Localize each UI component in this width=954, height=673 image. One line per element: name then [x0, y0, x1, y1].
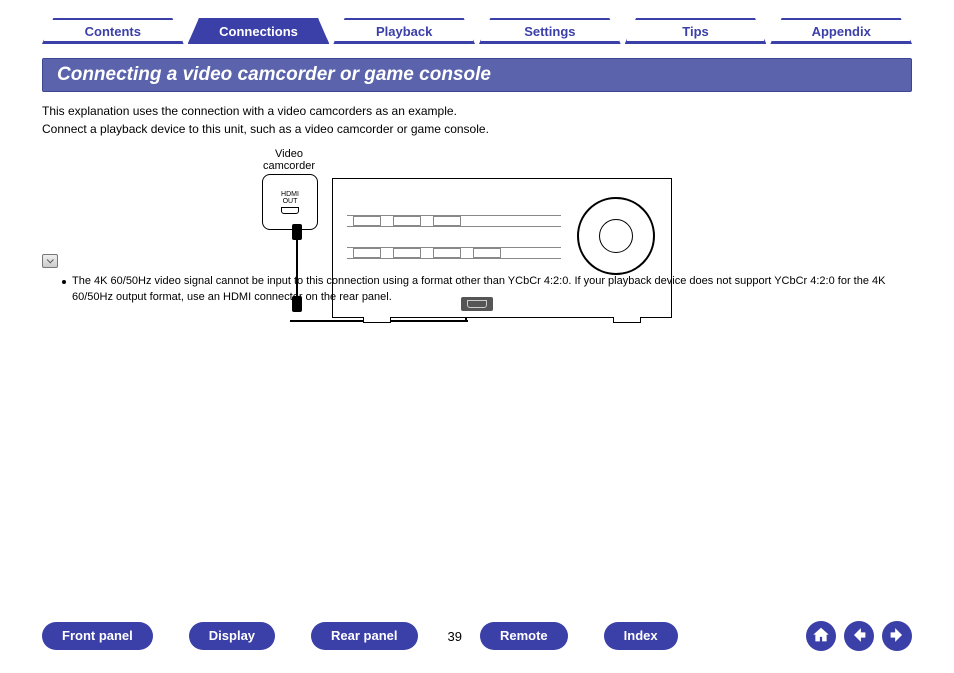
hdmi-port-icon — [281, 207, 299, 214]
home-button[interactable] — [806, 621, 836, 651]
top-tabs: Contents Connections Playback Settings T… — [0, 0, 954, 44]
intro-line-2: Connect a playback device to this unit, … — [42, 120, 912, 138]
next-page-button[interactable] — [882, 621, 912, 651]
camcorder-label-l1: Video — [254, 148, 324, 160]
intro-line-1: This explanation uses the connection wit… — [42, 102, 912, 120]
tab-playback[interactable]: Playback — [333, 18, 475, 44]
remote-button[interactable]: Remote — [480, 622, 568, 650]
arrow-right-icon — [888, 626, 906, 647]
home-icon — [812, 626, 830, 647]
camcorder-label: Video camcorder — [254, 148, 324, 172]
volume-knob-icon — [577, 197, 655, 275]
tab-contents[interactable]: Contents — [42, 18, 184, 44]
footer-nav: Front panel Display Rear panel 39 Remote… — [0, 621, 954, 651]
tab-tips[interactable]: Tips — [625, 18, 767, 44]
arrow-left-icon — [850, 626, 868, 647]
tab-appendix[interactable]: Appendix — [770, 18, 912, 44]
tab-settings[interactable]: Settings — [479, 18, 621, 44]
cable-vertical — [281, 224, 313, 320]
camcorder-label-l2: camcorder — [254, 160, 324, 172]
intro-text: This explanation uses the connection wit… — [42, 102, 912, 138]
page-title: Connecting a video camcorder or game con… — [42, 58, 912, 92]
hdmi-label-l1: HDMI — [281, 191, 299, 198]
rear-panel-button[interactable]: Rear panel — [311, 622, 417, 650]
connection-diagram: Video camcorder HDMI OUT — [262, 148, 692, 230]
index-button[interactable]: Index — [604, 622, 678, 650]
camcorder-box: HDMI OUT — [262, 174, 318, 230]
front-panel-button[interactable]: Front panel — [42, 622, 153, 650]
note-item-1: The 4K 60/50Hz video signal cannot be in… — [62, 274, 912, 305]
prev-page-button[interactable] — [844, 621, 874, 651]
note-icon — [42, 254, 58, 268]
note-list: The 4K 60/50Hz video signal cannot be in… — [62, 274, 912, 305]
hdmi-label-l2: OUT — [283, 198, 298, 205]
display-button[interactable]: Display — [189, 622, 275, 650]
page-number: 39 — [448, 629, 462, 644]
tab-connections[interactable]: Connections — [188, 18, 330, 44]
